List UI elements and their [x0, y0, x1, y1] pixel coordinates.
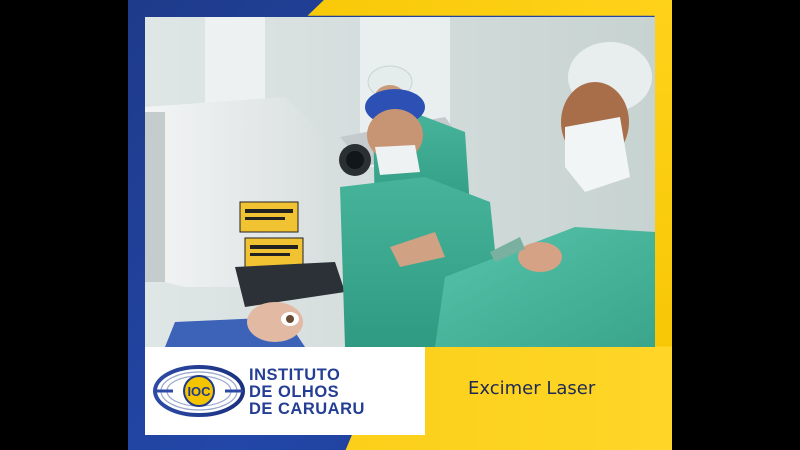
surgery-photo [145, 17, 655, 347]
emblem-text: IOC [187, 384, 211, 399]
slide-caption: Excimer Laser [468, 378, 596, 399]
surgery-scene-illustration [145, 17, 655, 347]
logo-panel: IOC INSTITUTO DE OLHOS DE CARUARU [145, 347, 425, 435]
logo-line-2: DE OLHOS [249, 383, 340, 401]
logo-line-3: DE CARUARU [249, 400, 365, 418]
institute-name: INSTITUTO DE OLHOS DE CARUARU [249, 367, 419, 418]
slide-frame: IOC INSTITUTO DE OLHOS DE CARUARU Excime… [128, 0, 672, 450]
ioc-emblem-icon: IOC [153, 365, 245, 417]
logo-line-1: INSTITUTO [249, 366, 341, 384]
